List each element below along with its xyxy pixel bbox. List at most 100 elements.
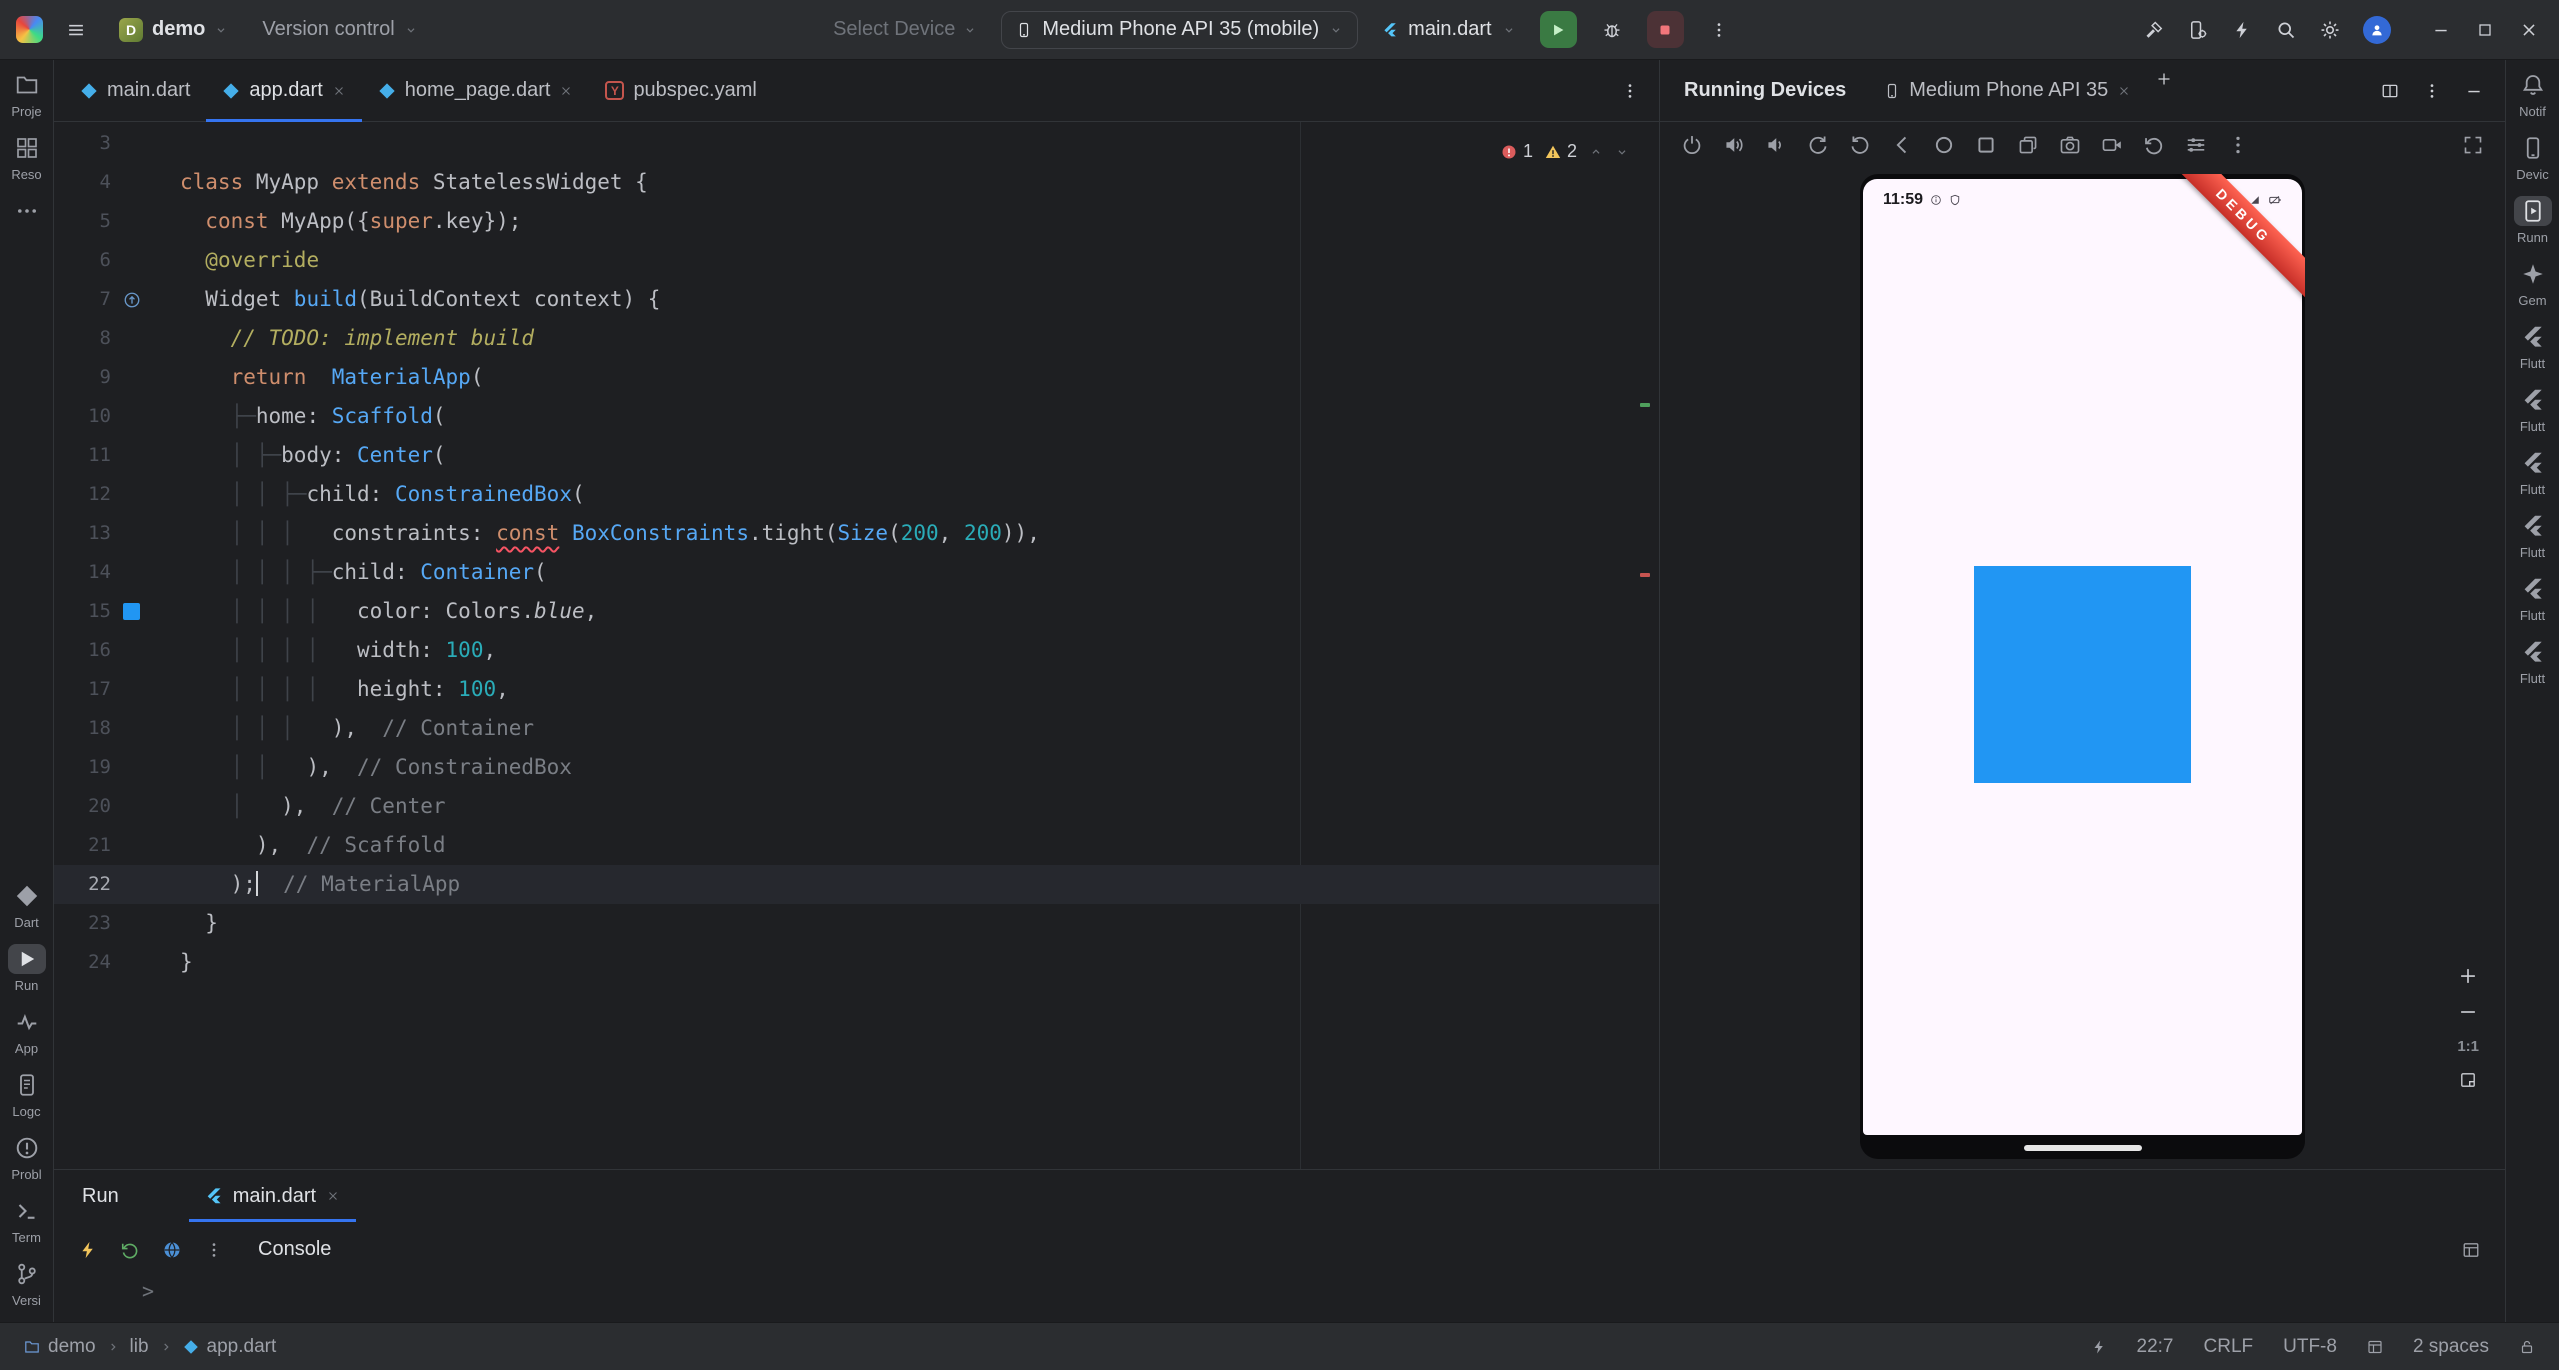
- close-icon[interactable]: [2117, 84, 2131, 98]
- code-line-14[interactable]: 14 │ │ │ ├─child: Container(: [54, 553, 1659, 592]
- android-back-button[interactable]: [1882, 126, 1922, 164]
- debug-button[interactable]: [1593, 11, 1631, 49]
- code-line-4[interactable]: 4class MyApp extends StatelessWidget {: [54, 163, 1659, 202]
- tool-notifications[interactable]: Notif: [2506, 70, 2559, 119]
- code-line-12[interactable]: 12 │ │ ├─child: ConstrainedBox(: [54, 475, 1659, 514]
- line-number[interactable]: 7: [54, 280, 111, 319]
- breadcrumb-project[interactable]: demo: [24, 1336, 96, 1358]
- line-number[interactable]: 5: [54, 202, 111, 241]
- rotate-left-button[interactable]: [1798, 126, 1838, 164]
- open-devtools-button[interactable]: [154, 1232, 190, 1268]
- line-number[interactable]: 24: [54, 943, 111, 982]
- encoding-widget[interactable]: UTF-8: [2283, 1336, 2337, 1358]
- display-settings-button[interactable]: [2176, 126, 2216, 164]
- analysis-status-widget[interactable]: [2091, 1339, 2107, 1355]
- line-number[interactable]: 16: [54, 631, 111, 670]
- rotate-right-button[interactable]: [1840, 126, 1880, 164]
- build-button[interactable]: [2135, 11, 2173, 49]
- tool-flutter-performance[interactable]: Flutt: [2506, 448, 2559, 497]
- line-number[interactable]: 6: [54, 241, 111, 280]
- line-number[interactable]: 4: [54, 163, 111, 202]
- code-line-18[interactable]: 18 │ │ │ ), // Container: [54, 709, 1659, 748]
- tool-app-quality-insights[interactable]: App: [0, 1007, 53, 1056]
- snapshot-button[interactable]: [2008, 126, 2048, 164]
- stop-button[interactable]: [1647, 11, 1684, 48]
- editor-tabs-more-button[interactable]: [1611, 72, 1649, 110]
- tool-dart-analysis[interactable]: Dart: [0, 881, 53, 930]
- device-tab[interactable]: Medium Phone API 35: [1870, 60, 2145, 121]
- zoom-out-button[interactable]: [2458, 1002, 2478, 1022]
- code-line-5[interactable]: 5 const MyApp({super.key});: [54, 202, 1659, 241]
- vcs-selector[interactable]: Version control: [252, 12, 427, 47]
- code-editor[interactable]: 34class MyApp extends StatelessWidget {5…: [54, 122, 1659, 1169]
- code-line-21[interactable]: 21 ), // Scaffold: [54, 826, 1659, 865]
- gesture-pill[interactable]: [2024, 1145, 2142, 1151]
- code-line-19[interactable]: 19 │ │ ), // ConstrainedBox: [54, 748, 1659, 787]
- main-menu-button[interactable]: [57, 11, 95, 49]
- stripe-mark-red[interactable]: [1640, 573, 1650, 577]
- panel-options-button[interactable]: [2413, 72, 2451, 110]
- android-home-button[interactable]: [1924, 126, 1964, 164]
- code-line-23[interactable]: 23 }: [54, 904, 1659, 943]
- line-number[interactable]: 22: [54, 865, 111, 904]
- line-number[interactable]: 3: [54, 124, 111, 163]
- line-number[interactable]: 21: [54, 826, 111, 865]
- tool-version-control[interactable]: Versi: [0, 1259, 53, 1308]
- run-tab-main-dart[interactable]: main.dart: [189, 1170, 356, 1222]
- console-tab[interactable]: Console: [258, 1238, 331, 1261]
- next-problem-icon[interactable]: [1615, 145, 1629, 159]
- instant-run-button[interactable]: [2223, 11, 2261, 49]
- code-line-20[interactable]: 20 │ ), // Center: [54, 787, 1659, 826]
- tool-problems[interactable]: Probl: [0, 1133, 53, 1182]
- project-selector[interactable]: D demo: [109, 12, 238, 48]
- line-separator-widget[interactable]: CRLF: [2204, 1336, 2254, 1358]
- android-overview-button[interactable]: [1966, 126, 2006, 164]
- volume-down-button[interactable]: [1756, 126, 1796, 164]
- error-count[interactable]: 1: [1501, 132, 1533, 171]
- override-marker-icon[interactable]: [123, 291, 141, 309]
- device-more-button[interactable]: [2218, 126, 2258, 164]
- breadcrumb-file[interactable]: app.dart: [183, 1336, 277, 1358]
- hot-restart-button[interactable]: [112, 1232, 148, 1268]
- code-line-10[interactable]: 10 ├─home: Scaffold(: [54, 397, 1659, 436]
- line-number[interactable]: 11: [54, 436, 111, 475]
- code-line-13[interactable]: 13 │ │ │ constraints: const BoxConstrain…: [54, 514, 1659, 553]
- console-output[interactable]: >: [54, 1277, 2505, 1322]
- code-line-22[interactable]: 22 ); // MaterialApp: [54, 865, 1659, 904]
- line-number[interactable]: 20: [54, 787, 111, 826]
- select-device-dropdown[interactable]: Select Device: [825, 18, 985, 41]
- split-panel-button[interactable]: [2371, 72, 2409, 110]
- screen-record-button[interactable]: [2092, 126, 2132, 164]
- settings-button[interactable]: [2311, 11, 2349, 49]
- tool-run[interactable]: Run: [0, 944, 53, 993]
- hot-reload-button[interactable]: [70, 1232, 106, 1268]
- code-line-15[interactable]: 15 │ │ │ │ color: Colors.blue,: [54, 592, 1659, 631]
- code-line-24[interactable]: 24}: [54, 943, 1659, 982]
- tool-terminal[interactable]: Term: [0, 1196, 53, 1245]
- run-more-button[interactable]: [1700, 11, 1738, 49]
- line-number[interactable]: 15: [54, 592, 111, 631]
- layout-widget[interactable]: [2367, 1339, 2383, 1355]
- device-manager-button[interactable]: [2179, 11, 2217, 49]
- code-line-9[interactable]: 9 return MaterialApp(: [54, 358, 1659, 397]
- tool-gemini[interactable]: Gem: [2506, 259, 2559, 308]
- run-button[interactable]: [1540, 11, 1577, 48]
- running-devices-title[interactable]: Running Devices: [1660, 60, 1870, 121]
- editor-tab-home_page-dart[interactable]: home_page.dart: [362, 60, 590, 121]
- code-line-3[interactable]: 3: [54, 124, 1659, 163]
- zoom-ratio-button[interactable]: 1:1: [2457, 1038, 2479, 1055]
- search-everywhere-button[interactable]: [2267, 11, 2305, 49]
- run-panel-title[interactable]: Run: [82, 1170, 119, 1222]
- close-button[interactable]: [2507, 8, 2551, 52]
- close-icon[interactable]: [326, 1189, 340, 1203]
- line-number[interactable]: 18: [54, 709, 111, 748]
- tool-device-manager[interactable]: Devic: [2506, 133, 2559, 182]
- line-number[interactable]: 17: [54, 670, 111, 709]
- tool-resource-manager[interactable]: Reso: [0, 133, 53, 182]
- code-line-11[interactable]: 11 │ ├─body: Center(: [54, 436, 1659, 475]
- readonly-toggle[interactable]: [2519, 1339, 2535, 1355]
- tool-flutter-5[interactable]: Flutt: [2506, 574, 2559, 623]
- run-config-dropdown[interactable]: main.dart: [1374, 18, 1523, 41]
- emulator-display[interactable]: 11:59 3G: [1860, 174, 2305, 1159]
- device-dropdown[interactable]: Medium Phone API 35 (mobile): [1001, 11, 1358, 49]
